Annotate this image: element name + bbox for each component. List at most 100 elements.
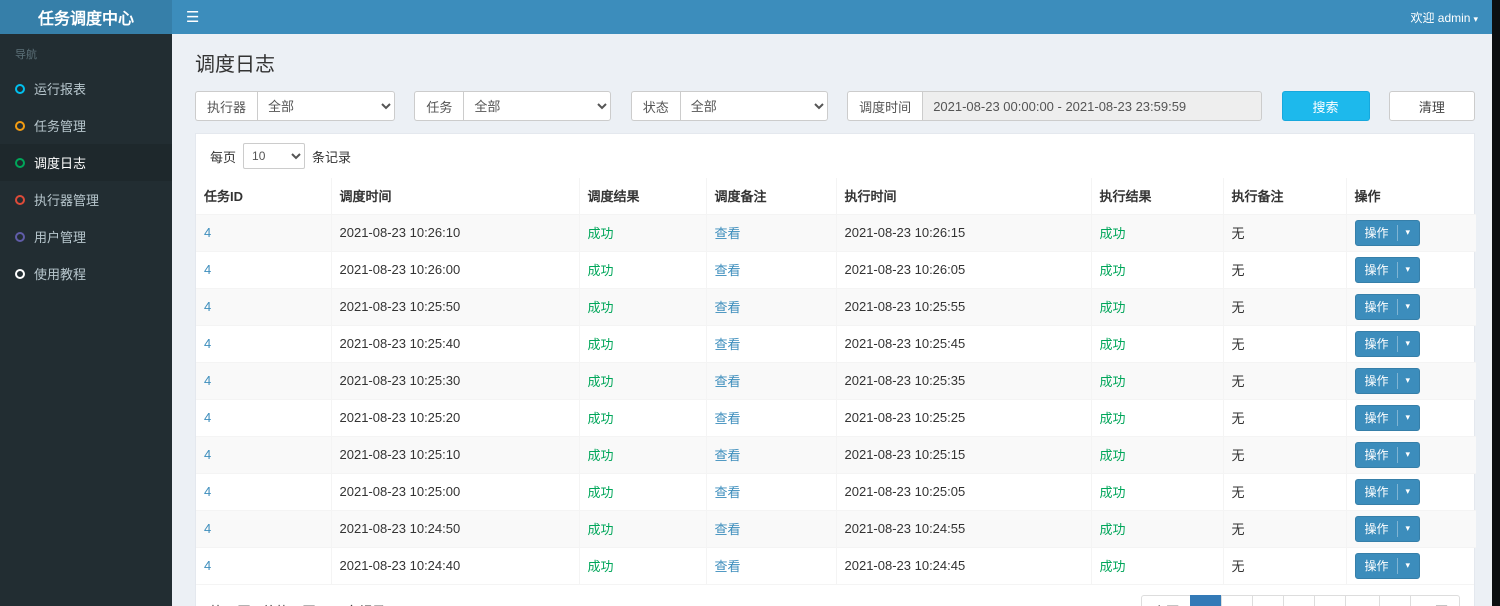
table-row: 4 2021-08-23 10:25:10 成功 查看 2021-08-23 1…	[196, 435, 1476, 473]
view-remark-link[interactable]: 查看	[715, 485, 741, 500]
status-filter-label: 状态	[630, 91, 680, 121]
view-remark-link[interactable]: 查看	[715, 411, 741, 426]
table-header-row: 任务ID 调度时间 调度结果 调度备注 执行时间 执行结果 执行备注 操作	[196, 178, 1476, 214]
sidebar-toggle-icon[interactable]: ☰	[186, 10, 199, 25]
button-divider	[1396, 483, 1398, 500]
sidebar-item-执行器管理[interactable]: 执行器管理	[0, 181, 172, 218]
job-id-link[interactable]: 4	[204, 410, 211, 425]
row-action-button[interactable]: 操作 ▾	[1354, 293, 1421, 320]
handle-result-cell: 成功	[1090, 509, 1223, 547]
row-action-button[interactable]: 操作 ▾	[1354, 219, 1421, 246]
sidebar-item-用户管理[interactable]: 用户管理	[0, 218, 172, 255]
sidebar-item-使用教程[interactable]: 使用教程	[0, 255, 172, 292]
job-id-link[interactable]: 4	[204, 299, 211, 314]
page-button-4[interactable]: 4	[1283, 595, 1316, 606]
row-action-label: 操作	[1364, 559, 1389, 574]
view-remark-link[interactable]: 查看	[715, 522, 741, 537]
app-brand: 任务调度中心	[0, 0, 172, 34]
circle-icon	[15, 120, 25, 131]
view-remark-link[interactable]: 查看	[715, 448, 741, 463]
row-action-button[interactable]: 操作 ▾	[1354, 367, 1421, 394]
pagination-summary: 第 1 页 ( 总共 8 页，75 条记录 )	[210, 601, 393, 606]
job-id-link[interactable]: 4	[204, 521, 211, 536]
page-button-上页[interactable]: 上页	[1141, 595, 1192, 606]
job-id-link[interactable]: 4	[204, 558, 211, 573]
view-remark-link[interactable]: 查看	[715, 374, 741, 389]
button-divider	[1396, 557, 1398, 574]
page-button-8[interactable]: 8	[1378, 595, 1411, 606]
trigger-time-cell: 2021-08-23 10:25:40	[330, 324, 579, 362]
job-id-link[interactable]: 4	[204, 225, 211, 240]
row-action-label: 操作	[1364, 300, 1389, 314]
view-remark-link[interactable]: 查看	[715, 559, 741, 574]
trigger-time-cell: 2021-08-23 10:25:00	[330, 472, 579, 510]
column-header: 执行结果	[1090, 178, 1223, 214]
row-action-button[interactable]: 操作 ▾	[1354, 330, 1421, 357]
page-size-select[interactable]: 10	[243, 143, 306, 169]
handle-time-cell: 2021-08-23 10:26:15	[835, 213, 1091, 251]
handle-remark-cell: 无	[1222, 213, 1346, 251]
sidebar-item-label: 用户管理	[34, 230, 87, 245]
sidebar-item-运行报表[interactable]: 运行报表	[0, 70, 172, 107]
column-header: 调度备注	[705, 178, 836, 214]
view-remark-link[interactable]: 查看	[715, 226, 741, 241]
row-action-button[interactable]: 操作 ▾	[1354, 441, 1421, 468]
handle-time-cell: 2021-08-23 10:25:35	[835, 361, 1091, 399]
view-remark-link[interactable]: 查看	[715, 300, 741, 315]
table-row: 4 2021-08-23 10:25:20 成功 查看 2021-08-23 1…	[196, 398, 1476, 436]
button-divider	[1396, 372, 1398, 389]
job-id-link[interactable]: 4	[204, 373, 211, 388]
page-button-1[interactable]: 1	[1190, 595, 1223, 606]
sidebar-item-任务管理[interactable]: 任务管理	[0, 107, 172, 144]
row-action-button[interactable]: 操作 ▾	[1354, 404, 1421, 431]
job-id-link[interactable]: 4	[204, 447, 211, 462]
handle-time-cell: 2021-08-23 10:25:05	[835, 472, 1091, 510]
page-button-5[interactable]: 5	[1314, 595, 1347, 606]
status-filter-group: 状态 全部	[630, 91, 828, 121]
table-row: 4 2021-08-23 10:24:40 成功 查看 2021-08-23 1…	[196, 546, 1476, 584]
button-divider	[1396, 261, 1398, 278]
search-button[interactable]: 搜索	[1281, 91, 1370, 121]
page-title: 调度日志	[195, 54, 275, 76]
trigger-time-cell: 2021-08-23 10:26:00	[330, 250, 579, 288]
page-button-下页[interactable]: 下页	[1409, 595, 1460, 606]
sidebar-item-label: 任务管理	[34, 119, 87, 134]
chevron-down-icon: ▾	[1405, 412, 1411, 422]
table-footer: 第 1 页 ( 总共 8 页，75 条记录 ) 上页12345...8下页	[196, 584, 1474, 606]
row-action-label: 操作	[1364, 522, 1389, 536]
job-id-link[interactable]: 4	[204, 484, 211, 499]
executor-filter-label: 执行器	[195, 91, 258, 121]
chevron-down-icon: ▾	[1405, 375, 1411, 385]
row-action-button[interactable]: 操作 ▾	[1354, 515, 1421, 542]
chevron-down-icon: ▾	[1405, 523, 1411, 533]
chevron-down-icon: ▾	[1405, 486, 1411, 496]
trigger-time-cell: 2021-08-23 10:25:30	[330, 361, 579, 399]
handle-remark-cell: 无	[1222, 250, 1346, 288]
trigger-time-cell: 2021-08-23 10:25:50	[330, 287, 579, 325]
status-filter-select[interactable]: 全部	[679, 91, 828, 121]
handle-result-cell: 成功	[1090, 398, 1223, 436]
page-button-2[interactable]: 2	[1221, 595, 1254, 606]
row-action-button[interactable]: 操作 ▾	[1354, 478, 1421, 505]
clear-button[interactable]: 清理	[1388, 91, 1475, 121]
job-id-link[interactable]: 4	[204, 336, 211, 351]
table-row: 4 2021-08-23 10:25:30 成功 查看 2021-08-23 1…	[196, 361, 1476, 399]
page-button-3[interactable]: 3	[1252, 595, 1285, 606]
sidebar-item-label: 运行报表	[34, 82, 87, 97]
job-filter-select[interactable]: 全部	[463, 91, 612, 121]
job-id-link[interactable]: 4	[204, 262, 211, 277]
row-action-label: 操作	[1364, 448, 1389, 462]
row-action-button[interactable]: 操作 ▾	[1354, 552, 1421, 579]
trigger-result-cell: 成功	[578, 250, 706, 288]
chevron-down-icon: ▾	[1405, 301, 1411, 311]
user-menu[interactable]: 欢迎 admin ▾	[1410, 9, 1478, 26]
row-action-button[interactable]: 操作 ▾	[1354, 256, 1421, 283]
chevron-down-icon: ▾	[1405, 560, 1411, 571]
sidebar-item-调度日志[interactable]: 调度日志	[0, 144, 172, 181]
time-range-input[interactable]	[922, 91, 1263, 121]
executor-filter-select[interactable]: 全部	[257, 91, 396, 121]
circle-icon	[15, 157, 25, 168]
view-remark-link[interactable]: 查看	[715, 263, 741, 278]
handle-remark-cell: 无	[1222, 472, 1346, 510]
view-remark-link[interactable]: 查看	[715, 337, 741, 352]
